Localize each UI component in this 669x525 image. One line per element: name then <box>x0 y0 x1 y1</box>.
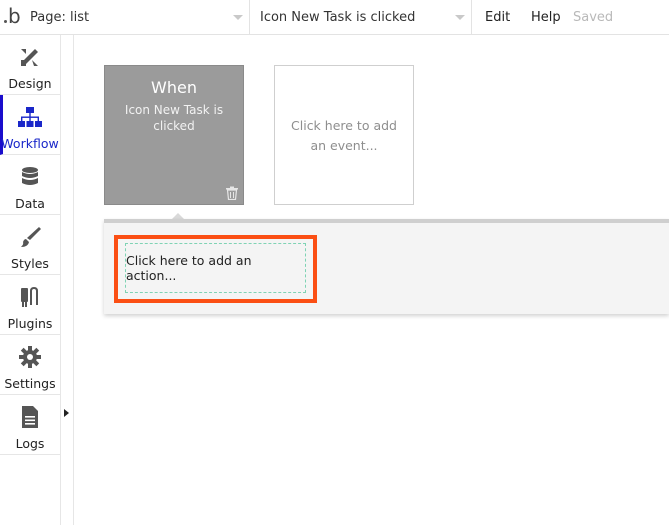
add-event-card[interactable]: Click here to add an event... <box>274 65 414 205</box>
sidebar-item-plugins[interactable]: Plugins <box>0 275 60 335</box>
sidebar-item-label: Data <box>15 196 45 211</box>
gear-icon <box>19 346 41 368</box>
event-card-description: Icon New Task is clicked <box>124 103 224 133</box>
chevron-down-icon <box>455 15 465 20</box>
sidebar-item-label: Settings <box>4 376 56 391</box>
event-card[interactable]: When Icon New Task is clicked <box>104 65 244 205</box>
sidebar: Design Workflow Data Styles Plugins Sett… <box>0 35 60 525</box>
sidebar-divider <box>60 35 61 525</box>
database-icon <box>22 167 38 185</box>
trash-icon[interactable] <box>225 186 239 200</box>
bubble-logo[interactable]: b <box>0 0 26 35</box>
sidebar-item-styles[interactable]: Styles <box>0 215 60 275</box>
help-menu-button[interactable]: Help <box>531 0 561 35</box>
page-selector-label: Page: list <box>30 10 90 25</box>
chevron-down-icon <box>233 15 243 20</box>
logo-letter: b <box>8 4 21 28</box>
workflow-icon <box>18 107 42 127</box>
add-event-label: Click here to add an event... <box>291 118 397 153</box>
design-icon <box>21 49 38 66</box>
sidebar-item-label: Plugins <box>7 316 53 331</box>
event-selector-label: Icon New Task is clicked <box>260 10 416 25</box>
edit-menu-button[interactable]: Edit <box>485 0 510 35</box>
sidebar-item-workflow[interactable]: Workflow <box>0 95 60 155</box>
sidebar-item-design[interactable]: Design <box>0 35 60 95</box>
plug-icon <box>21 286 38 307</box>
brush-icon <box>21 227 41 247</box>
event-selector[interactable]: Icon New Task is clicked <box>250 0 472 35</box>
save-status: Saved <box>573 10 614 25</box>
page-selector[interactable]: Page: list <box>26 0 250 35</box>
sidebar-item-label: Design <box>8 76 52 91</box>
sidebar-item-settings[interactable]: Settings <box>0 335 60 395</box>
top-bar: b Page: list Icon New Task is clicked Ed… <box>0 0 669 35</box>
document-icon <box>22 406 38 428</box>
expand-panel-arrow-icon[interactable] <box>64 409 69 417</box>
panel-divider <box>73 35 74 525</box>
sidebar-item-label: Styles <box>11 256 49 271</box>
sidebar-item-data[interactable]: Data <box>0 155 60 215</box>
sidebar-item-label: Logs <box>15 436 45 451</box>
logo-dot <box>4 20 7 23</box>
add-action-button[interactable]: Click here to add an action... <box>125 243 306 293</box>
sidebar-item-label: Workflow <box>1 136 59 151</box>
sidebar-item-logs[interactable]: Logs <box>0 395 60 455</box>
event-card-title: When <box>151 78 197 97</box>
